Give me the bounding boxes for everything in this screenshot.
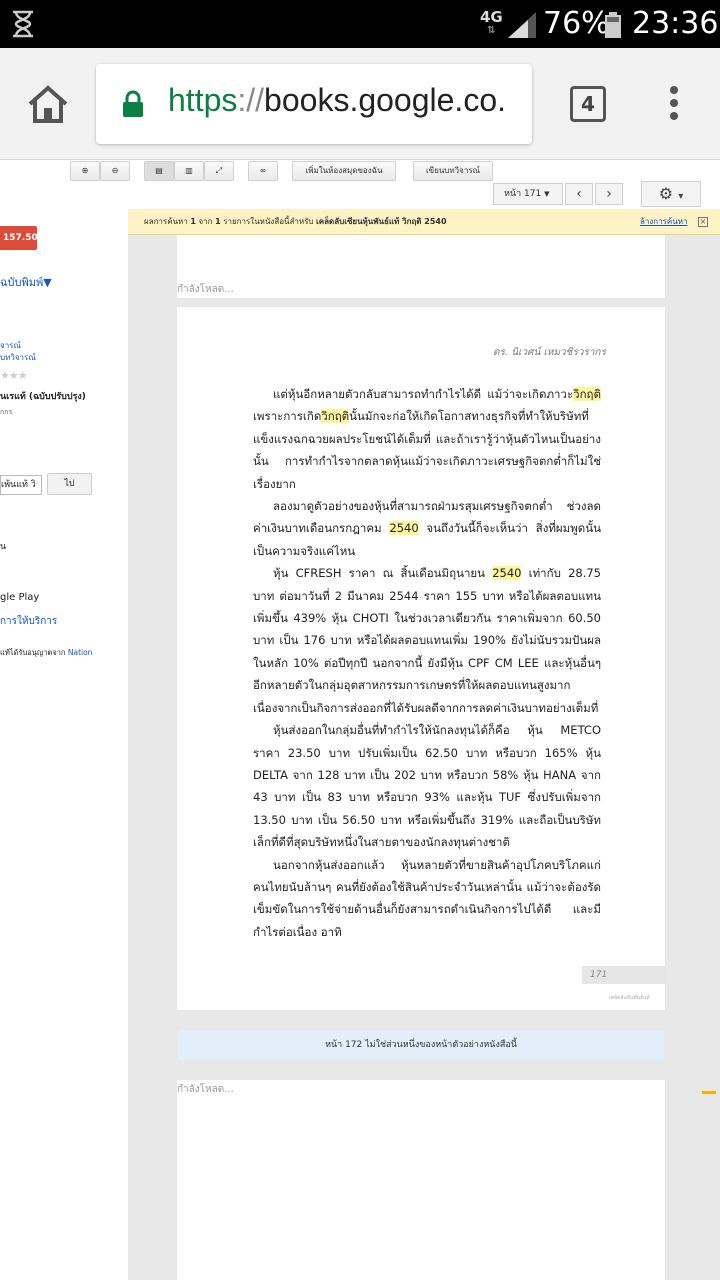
publisher-link[interactable]: Nation (68, 648, 93, 657)
search-highlight: วิกฤติ (321, 409, 350, 424)
search-highlight: วิกฤติ (573, 387, 601, 401)
battery-icon (605, 12, 621, 38)
price-button[interactable]: 157.50 (0, 226, 38, 250)
running-head: ดร. นิเวศน์ เหมวชิรวรากร (493, 347, 606, 358)
search-hit-marker[interactable] (702, 1091, 716, 1094)
text-run: หุ้น CFRESH ราคา ณ สิ้นเดือนมิถุนายน (273, 566, 493, 581)
overflow-menu-icon[interactable] (664, 86, 684, 122)
license-text: แท้ได้รับอนุญาตจาก Nation (0, 648, 93, 657)
text-run: เท่ากับ 28.75 บาท ต่อมาวันที่ 2 มีนาคม 2… (253, 566, 601, 715)
address-bar[interactable]: https://books.google.co. (96, 64, 532, 144)
previous-page: กำลังโหลด... (177, 235, 665, 298)
next-page-button[interactable]: › (595, 183, 623, 205)
fullscreen-icon[interactable]: ⤢ (204, 161, 234, 181)
search-go-button[interactable]: ไป (47, 473, 92, 495)
paragraph: ลองมาดูตัวอย่างของหุ้นที่สามารถฝ่ามรสุมเ… (253, 495, 601, 562)
editions-link[interactable]: ฉบับพิมพ์▼ (0, 273, 52, 291)
paragraph: หุ้น CFRESH ราคา ณ สิ้นเดือนมิถุนายน 254… (253, 562, 601, 719)
next-page: กำลังโหลด... (177, 1080, 665, 1280)
link-icon[interactable]: ∞ (248, 161, 278, 181)
book-toolbar: ⊕ ⊖ ▤ ▥ ⤢ ∞ เพิ่มในห้องสมุดของฉัน เขียนบ… (0, 161, 720, 209)
zoom-out-icon[interactable]: ⊖ (100, 161, 130, 181)
loading-text: กำลังโหลด... (177, 284, 234, 295)
battery-percent: 76% (543, 6, 610, 41)
rating-stars: ★★★ (0, 369, 28, 382)
text-run: หุ้นส่งออกในกลุ่มอื่นที่ทำกำไรให้นักลงทุ… (253, 723, 601, 850)
sidebar-text: น (0, 542, 7, 552)
paragraph: หุ้นส่งออกในกลุ่มอื่นที่ทำกำไรให้นักลงทุ… (253, 719, 601, 853)
hourglass-icon (13, 10, 33, 38)
tab-switcher-button[interactable]: 4 (570, 86, 606, 122)
page-number: 171 (582, 966, 665, 984)
settings-button[interactable]: ⚙ ▾ (641, 181, 701, 207)
two-page-view-icon[interactable]: ▥ (174, 161, 204, 181)
paragraph: แต่หุ้นอีกหลายตัวกลับสามารถทำกำไรได้ดี แ… (253, 383, 601, 495)
add-to-library-button[interactable]: เพิ่มในห้องสมุดของฉัน (292, 161, 396, 181)
paragraph: นอกจากหุ้นส่งออกแล้ว หุ้นหลายตัวที่ขายสิ… (253, 854, 601, 944)
signal-icon (508, 12, 536, 38)
url-text: https://books.google.co. (168, 82, 506, 118)
book-title: ุนเรแท้ (ฉบับปรับปรุง) (0, 392, 86, 402)
page-body-text: แต่หุ้นอีกหลายตัวกลับสามารถทำกำไรได้ดี แ… (253, 383, 601, 943)
page-footer: เคล็ดลับหุ้นพันธ์แท้ (609, 995, 650, 1001)
network-indicator: 4G ⇅ (480, 8, 503, 37)
loading-text: กำลังโหลด... (177, 1084, 234, 1095)
search-results-banner: ผลการค้นหา 1 จาก 1 รายการในหนังสือนี้สำห… (128, 209, 720, 235)
write-review-link[interactable]: บทวิจารณ์ (0, 351, 36, 364)
book-author: กกร (0, 408, 13, 416)
gear-icon: ⚙ (658, 184, 674, 203)
page-select[interactable]: หน้า 171 ▼ (493, 183, 563, 205)
status-bar: 4G ⇅ 76% 23:36 (0, 0, 720, 48)
clock: 23:36 (632, 6, 719, 41)
close-icon[interactable]: × (698, 217, 708, 227)
terms-link[interactable]: การให้บริการ (0, 614, 57, 629)
page-not-included-notice: หน้า 172 ไม่ใช่ส่วนหนึ่งของหน้าตัวอย่างห… (178, 1030, 664, 1060)
search-in-book-input[interactable]: เพ้นแท้ วิ (0, 475, 42, 495)
zoom-in-icon[interactable]: ⊕ (70, 161, 100, 181)
google-play-label: gle Play (0, 592, 40, 603)
search-highlight: 2540 (389, 521, 419, 536)
text-run: นอกจากหุ้นส่งออกแล้ว หุ้นหลายตัวที่ขายสิ… (253, 857, 601, 939)
previous-page-button[interactable]: ‹ (565, 183, 593, 205)
book-reader: ผลการค้นหา 1 จาก 1 รายการในหนังสือนี้สำห… (128, 209, 720, 1280)
lock-icon (123, 90, 143, 117)
single-page-view-icon[interactable]: ▤ (144, 161, 174, 181)
text-run: แต่หุ้นอีกหลายตัวกลับสามารถทำกำไรได้ดี แ… (273, 387, 574, 401)
book-sidebar: 157.50 ฉบับพิมพ์▼ ★★★ จารณ์ บทวิจารณ์ ุน… (0, 209, 128, 1280)
search-highlight: 2540 (492, 566, 522, 581)
home-icon[interactable] (26, 84, 70, 124)
book-page-171: ดร. นิเวศน์ เหมวชิรวรากร แต่หุ้นอีกหลายต… (177, 307, 665, 1010)
text-run: เพราะการเกิด (253, 409, 322, 424)
browser-toolbar: https://books.google.co. 4 (0, 48, 720, 160)
web-content: ⊕ ⊖ ▤ ▥ ⤢ ∞ เพิ่มในห้องสมุดของฉัน เขียนบ… (0, 161, 720, 1280)
write-review-button[interactable]: เขียนบทวิจารณ์ (413, 161, 493, 181)
clear-search-link[interactable]: ล้างการค้นหา (640, 209, 688, 235)
